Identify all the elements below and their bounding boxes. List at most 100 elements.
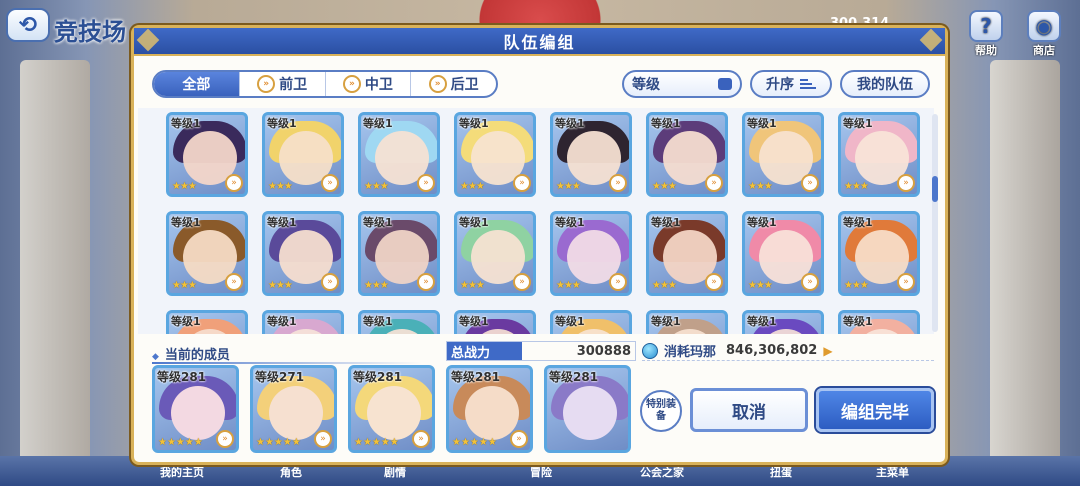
role-icon: » <box>342 75 361 93</box>
help-label: 帮助 <box>975 44 997 57</box>
power-value: 300888 <box>576 343 631 359</box>
role-icon: » <box>801 174 819 192</box>
character-card[interactable]: 等级1★★★» <box>166 112 248 197</box>
team-member-slot[interactable]: 等级281 ★★★★★ » <box>446 365 533 453</box>
background-pillar <box>990 60 1060 486</box>
character-card[interactable]: 等级1★★★» <box>358 310 440 334</box>
character-level: 等级1 <box>267 216 297 229</box>
nav-adventure[interactable]: 冒险 <box>530 464 552 480</box>
nav-story[interactable]: 剧情 <box>384 464 406 480</box>
character-card[interactable]: 等级1 ★★★ » <box>742 112 824 197</box>
tab-front[interactable]: » 前卫 <box>240 72 326 96</box>
help-button[interactable]: ? 帮助 <box>966 10 1006 58</box>
character-card[interactable]: 等级1★★★» <box>646 310 728 334</box>
character-card[interactable]: 等级1★★★» <box>262 211 344 296</box>
role-icon: » <box>801 273 819 291</box>
mana-icon <box>642 342 658 359</box>
tab-label: 前卫 <box>279 77 308 93</box>
character-card[interactable]: 等级1★★★» <box>358 112 440 197</box>
character-level: 等级1 <box>747 117 777 130</box>
team-member-slot[interactable]: 等级281 ★★★★★ » <box>348 365 435 453</box>
scrollbar-thumb[interactable] <box>932 176 938 202</box>
member-level: 等级281 <box>353 370 403 384</box>
character-card[interactable]: 等级1★★★» <box>166 310 248 334</box>
star-rating: ★★★ <box>748 181 773 192</box>
tab-all[interactable]: 全部 <box>154 72 240 96</box>
character-level: 等级1 <box>747 216 777 229</box>
character-card[interactable]: 等级1★★★» <box>838 112 920 197</box>
member-level: 等级281 <box>451 370 501 384</box>
order-button[interactable]: 升序 <box>750 70 832 98</box>
character-card[interactable]: 等级1★★★» <box>454 310 536 334</box>
nav-home[interactable]: 我的主页 <box>160 464 204 480</box>
sort-level-button[interactable]: 等级 <box>622 70 742 98</box>
mana-value: 846,306,802 <box>726 343 818 358</box>
star-rating: ★★★ <box>268 181 293 192</box>
shop-icon: ◉ <box>1027 10 1061 42</box>
nav-menu[interactable]: 主菜单 <box>876 464 909 480</box>
panel-title: 队伍编组 <box>134 28 945 56</box>
star-rating: ★★★★★ <box>158 437 203 448</box>
character-card[interactable]: 等级1★★★» <box>262 310 344 334</box>
role-icon: » <box>417 273 435 291</box>
team-member-slot[interactable]: 等级281 <box>544 365 631 453</box>
role-icon: » <box>897 273 915 291</box>
character-card[interactable]: 等级1★★★» <box>358 211 440 296</box>
character-card[interactable]: 等级1★★★» <box>262 112 344 197</box>
confirm-team-button[interactable]: 编组完毕 <box>816 388 934 432</box>
shop-button[interactable]: ◉ 商店 <box>1024 10 1064 58</box>
member-face <box>171 386 225 440</box>
cancel-button[interactable]: 取消 <box>690 388 808 432</box>
character-card[interactable]: 等级1★★★» <box>838 211 920 296</box>
role-icon: » <box>321 273 339 291</box>
character-card[interactable]: 等级1★★★» <box>550 112 632 197</box>
special-equipment-button[interactable]: 特别装备 <box>640 390 682 432</box>
tab-label: 全部 <box>182 77 211 93</box>
character-card[interactable]: 等级1★★★» <box>646 211 728 296</box>
member-face <box>563 386 617 440</box>
role-icon: » <box>609 174 627 192</box>
back-button[interactable]: ⟲ <box>6 8 50 42</box>
role-icon: » <box>428 75 447 93</box>
tab-label: 中卫 <box>364 77 393 93</box>
character-card[interactable]: 等级1★★★» <box>166 211 248 296</box>
current-members-label: 当前的成员 <box>152 344 230 363</box>
character-card[interactable]: 等级1★★★» <box>742 310 824 334</box>
team-member-slot[interactable]: 等级271 ★★★★★ » <box>250 365 337 453</box>
character-level: 等级1 <box>363 216 393 229</box>
character-card[interactable]: 等级1★★★» <box>742 211 824 296</box>
member-face <box>465 386 519 440</box>
character-card[interactable]: 等级1★★★» <box>454 112 536 197</box>
character-card[interactable]: 等级1★★★» <box>838 310 920 334</box>
tab-middle[interactable]: » 中卫 <box>326 72 412 96</box>
back-arrow-icon: ⟲ <box>18 12 38 38</box>
my-team-button[interactable]: 我的队伍 <box>840 70 930 98</box>
character-card[interactable]: 等级1★★★» <box>550 211 632 296</box>
member-face <box>367 386 421 440</box>
team-member-slot[interactable]: 等级281 ★★★★★ » <box>152 365 239 453</box>
page-title: 竞技场 <box>54 18 126 46</box>
role-icon: » <box>897 174 915 192</box>
character-card[interactable]: 等级1★★★» <box>454 211 536 296</box>
star-rating: ★★★ <box>652 280 677 291</box>
star-rating: ★★★ <box>460 280 485 291</box>
expand-arrow-icon: ▶ <box>823 343 833 358</box>
star-rating: ★★★★★ <box>354 437 399 448</box>
character-level: 等级1 <box>555 216 585 229</box>
roster-scrollbar[interactable] <box>932 114 938 332</box>
role-icon: » <box>510 430 528 448</box>
tab-back[interactable]: » 后卫 <box>411 72 496 96</box>
nav-gacha[interactable]: 扭蛋 <box>770 464 792 480</box>
nav-characters[interactable]: 角色 <box>280 464 302 480</box>
character-card[interactable]: 等级1★★★» <box>646 112 728 197</box>
sort-toggle-icon <box>718 78 732 90</box>
character-level: 等级1 <box>459 117 489 130</box>
character-card[interactable]: 等级1★★★» <box>550 310 632 334</box>
role-icon: » <box>257 75 276 93</box>
special-label: 特别装备 <box>646 399 676 422</box>
role-icon: » <box>412 430 430 448</box>
role-icon: » <box>513 273 531 291</box>
role-icon: » <box>609 273 627 291</box>
role-icon: » <box>225 174 243 192</box>
nav-guild[interactable]: 公会之家 <box>640 464 684 480</box>
